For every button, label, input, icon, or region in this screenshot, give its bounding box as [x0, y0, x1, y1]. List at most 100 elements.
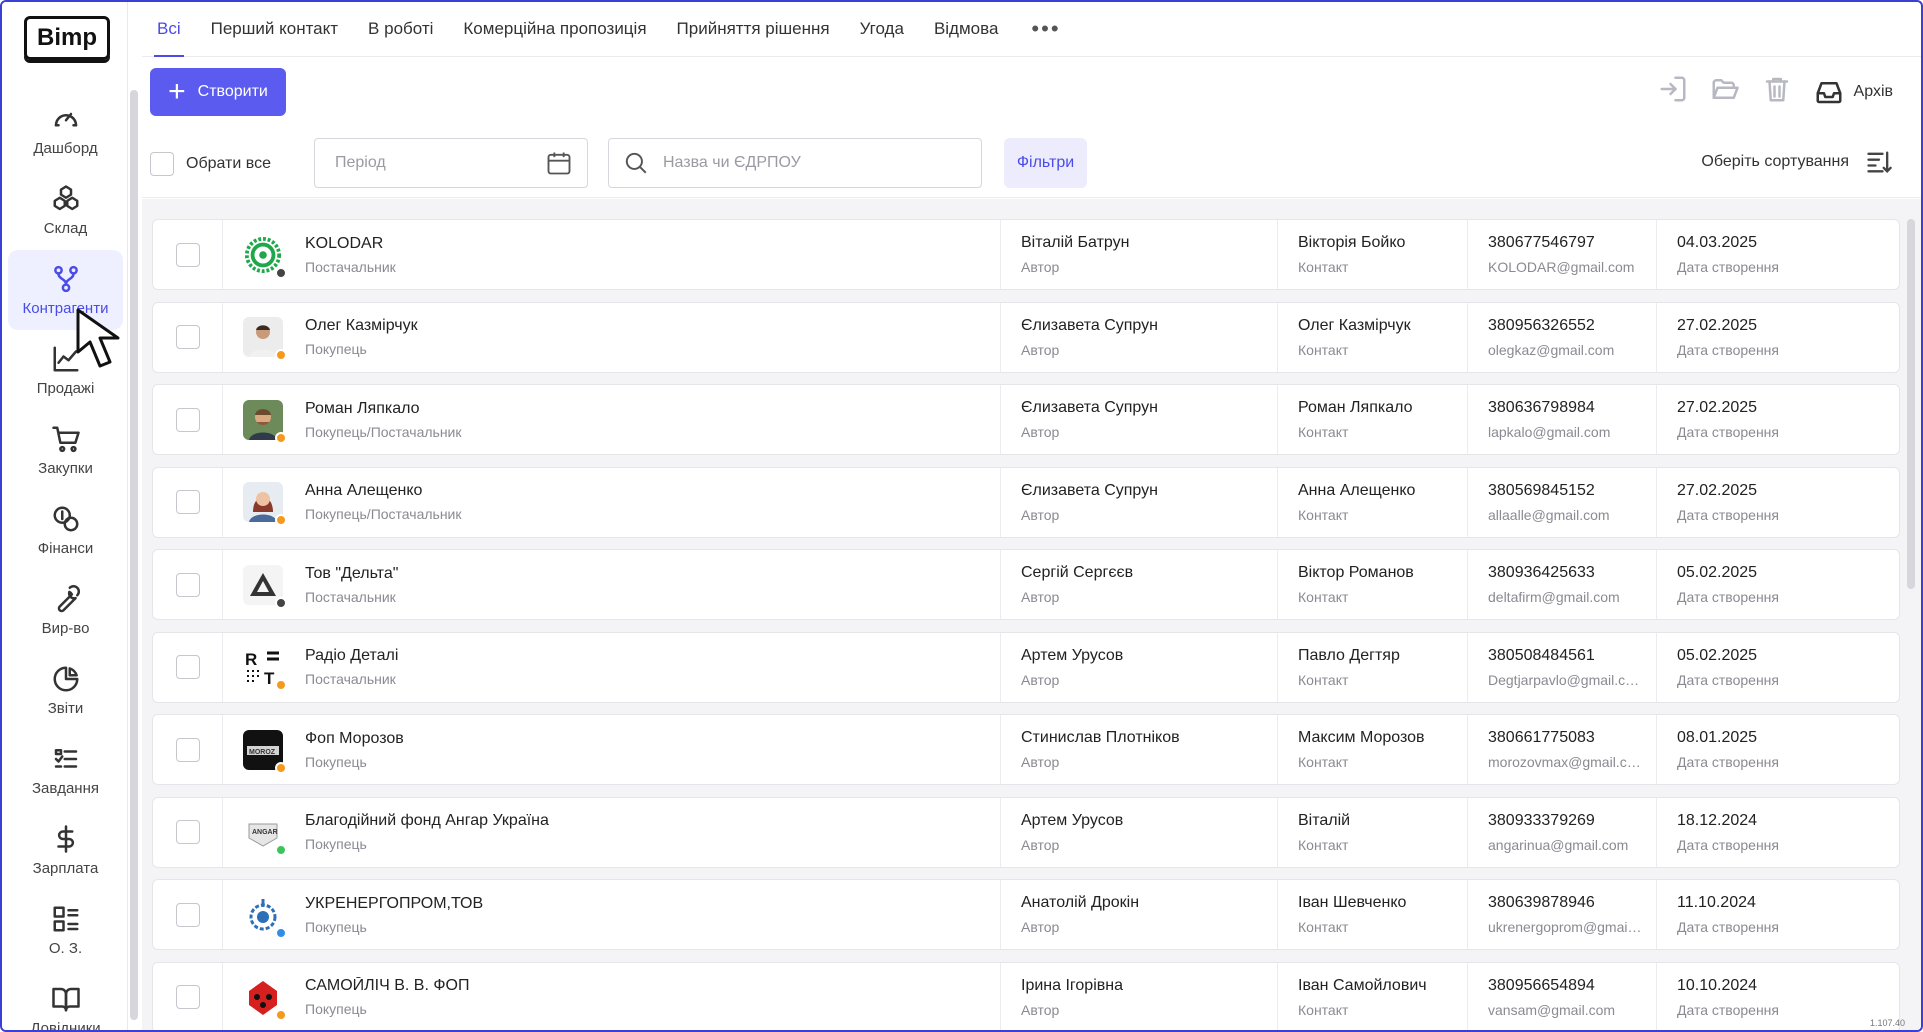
status-dot: [275, 926, 287, 939]
row-checkbox[interactable]: [175, 325, 200, 349]
contact-label: Контакт: [1298, 836, 1349, 853]
sidebar-item-4[interactable]: Закупки: [8, 410, 123, 490]
created-date: 04.03.2025: [1677, 234, 1758, 251]
sidebar-item-7[interactable]: Звіти: [8, 650, 123, 730]
select-all-checkbox[interactable]: [150, 152, 174, 176]
contact-label: Контакт: [1298, 259, 1349, 275]
tab-1[interactable]: Перший контакт: [196, 2, 353, 57]
tab-2[interactable]: В роботі: [353, 2, 448, 57]
name-cell[interactable]: Олег Казмірчук Покупець: [223, 302, 1001, 372]
row-checkbox-cell: [153, 385, 223, 454]
author-cell: Артем Урусов Автор: [1001, 632, 1278, 702]
sidebar-item-8[interactable]: Завдання: [8, 730, 123, 810]
created-date-label: Дата створення: [1677, 424, 1779, 440]
sidebar-item-6[interactable]: Вир-во: [8, 570, 123, 650]
name-block: УКРЕНЕРГОПРОМ,ТОВ Покупець: [305, 895, 483, 935]
name-block: Анна Алещенко Покупець/Постачальник: [305, 482, 462, 522]
tab-6[interactable]: Відмова: [919, 2, 1013, 57]
table-row[interactable]: RT Радіо Деталі Постачальник Артем Урусо…: [152, 631, 1900, 703]
contractor-logo: RT: [243, 647, 287, 691]
name-cell[interactable]: Тов "Дельта" Постачальник: [223, 550, 1001, 619]
table-row[interactable]: УКРЕНЕРГОПРОМ,ТОВ Покупець Анатолій Дрок…: [152, 879, 1900, 950]
import-icon[interactable]: [1658, 74, 1688, 109]
contractor-type: Покупець: [305, 918, 367, 935]
table-row[interactable]: САМОЙЛІЧ В. В. ФОП Покупець Ірина Ігорів…: [152, 961, 1900, 1030]
created-date-label: Дата створення: [1677, 671, 1779, 688]
contact-cell: Олег Казмірчук Контакт: [1278, 302, 1468, 372]
name-cell[interactable]: Анна Алещенко Покупець/Постачальник: [223, 467, 1001, 537]
sidebar-item-10[interactable]: О. З.: [8, 890, 123, 970]
sidebar-item-5[interactable]: Фінанси: [8, 490, 123, 570]
contractor-rows: KOLODAR Постачальник Віталій Батрун Авто…: [152, 219, 1900, 1030]
contact-cell: Віталій Контакт: [1278, 797, 1468, 867]
row-checkbox[interactable]: [175, 572, 200, 597]
calendar-icon[interactable]: [545, 149, 573, 177]
phone-cell: 380956326552 olegkaz@gmail.com: [1468, 302, 1657, 372]
created-date-label: Дата створення: [1677, 836, 1779, 853]
select-all[interactable]: Обрати все: [150, 152, 271, 176]
folder-open-icon[interactable]: [1710, 74, 1740, 109]
trash-icon[interactable]: [1762, 74, 1792, 109]
filters-button[interactable]: Фільтри: [1004, 138, 1087, 188]
search-input[interactable]: Назва чи ЄДРПОУ: [608, 138, 982, 188]
row-checkbox-cell: [153, 715, 223, 784]
more-tabs-icon[interactable]: •••: [1013, 2, 1078, 57]
row-checkbox[interactable]: [175, 242, 200, 267]
sort-icon: [1867, 151, 1892, 173]
archive-button[interactable]: Архів: [1814, 77, 1893, 107]
row-checkbox[interactable]: [175, 985, 200, 1009]
email: allaalle@gmail.com: [1488, 506, 1610, 523]
row-checkbox[interactable]: [175, 820, 200, 844]
status-dot: [275, 349, 287, 361]
tab-3[interactable]: Комерційна пропозиція: [448, 2, 661, 57]
name-cell[interactable]: RT Радіо Деталі Постачальник: [223, 632, 1001, 702]
table-row[interactable]: ANGAR Благодійний фонд Ангар Україна Пок…: [152, 796, 1900, 868]
tab-0[interactable]: Всі: [142, 2, 196, 57]
table-row[interactable]: MOROZ Фоп Морозов Покупець Стинислав Пло…: [152, 714, 1900, 785]
sidebar-item-label: Закупки: [38, 459, 93, 477]
table-row[interactable]: Анна Алещенко Покупець/Постачальник Єлиз…: [152, 466, 1900, 538]
period-input[interactable]: Період: [314, 138, 588, 188]
contractor-logo: [243, 399, 287, 444]
status-dot: [275, 514, 287, 526]
tab-4[interactable]: Прийняття рішення: [662, 2, 845, 57]
sidebar-scroll-thumb[interactable]: [130, 90, 138, 1020]
name-cell[interactable]: САМОЙЛІЧ В. В. ФОП Покупець: [223, 962, 1001, 1030]
toolbar-actions: Архів: [1658, 74, 1893, 109]
table-row[interactable]: KOLODAR Постачальник Віталій Батрун Авто…: [152, 219, 1900, 290]
name-cell[interactable]: Роман Ляпкало Покупець/Постачальник: [223, 385, 1001, 454]
contact-label: Контакт: [1298, 1001, 1349, 1018]
sidebar-item-1[interactable]: Склад: [8, 170, 123, 250]
app-logo[interactable]: Bimp: [24, 16, 110, 60]
table-row[interactable]: Роман Ляпкало Покупець/Постачальник Єлиз…: [152, 384, 1900, 455]
contact-name: Павло Дегтяр: [1298, 646, 1400, 664]
create-button[interactable]: + Створити: [150, 68, 286, 116]
name-cell[interactable]: УКРЕНЕРГОПРОМ,ТОВ Покупець: [223, 880, 1001, 949]
row-checkbox[interactable]: [175, 490, 200, 514]
author-name: Віталій Батрун: [1021, 234, 1130, 251]
table-row[interactable]: Олег Казмірчук Покупець Єлизавета Супрун…: [152, 301, 1900, 373]
sidebar-item-label: Дашборд: [33, 139, 98, 157]
sidebar-item-0[interactable]: Дашборд: [8, 90, 123, 170]
row-checkbox-cell: [153, 962, 223, 1030]
row-checkbox[interactable]: [175, 902, 200, 927]
name-cell[interactable]: MOROZ Фоп Морозов Покупець: [223, 715, 1001, 784]
sidebar-item-11[interactable]: Довідники: [8, 970, 123, 1030]
row-checkbox[interactable]: [175, 737, 200, 762]
row-checkbox[interactable]: [175, 407, 200, 432]
date-cell: 04.03.2025 Дата створення: [1657, 220, 1899, 289]
tab-5[interactable]: Угода: [845, 2, 919, 57]
sort-dropdown[interactable]: Оберіть сортування: [1701, 148, 1893, 176]
list-scrollbar[interactable]: [1907, 219, 1915, 589]
sidebar-item-9[interactable]: Зарплата: [8, 810, 123, 890]
sidebar-item-label: О. З.: [48, 939, 83, 957]
name-cell[interactable]: ANGAR Благодійний фонд Ангар Україна Пок…: [223, 797, 1001, 867]
sidebar-scrollbar[interactable]: [130, 90, 138, 1020]
status-dot: [275, 266, 287, 279]
name-cell[interactable]: KOLODAR Постачальник: [223, 220, 1001, 289]
contact-cell: Анна Алещенко Контакт: [1278, 467, 1468, 537]
row-checkbox[interactable]: [175, 655, 200, 679]
name-block: Благодійний фонд Ангар Україна Покупець: [305, 812, 549, 852]
table-row[interactable]: Тов "Дельта" Постачальник Сергій Сергєєв…: [152, 549, 1900, 620]
created-date-label: Дата створення: [1677, 919, 1779, 935]
